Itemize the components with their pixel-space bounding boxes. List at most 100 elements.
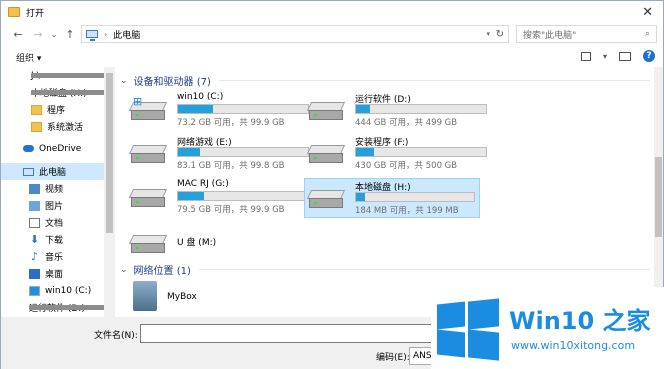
- path-separator: ›: [104, 29, 108, 39]
- sidebar-item-d-drive[interactable]: 运行软件 (D:): [1, 299, 115, 316]
- up-icon[interactable]: ↑: [63, 28, 77, 41]
- address-bar[interactable]: › 此电脑 ▾ ↻: [81, 25, 509, 43]
- document-icon: [29, 217, 40, 228]
- hard-drive-icon: [306, 145, 346, 163]
- cloud-icon: [23, 145, 34, 152]
- usb-drive-icon: [128, 235, 168, 253]
- sidebar-scrollbar[interactable]: [104, 67, 115, 317]
- drive-item-f[interactable]: 安装程序 (F:) 430 GB 可用，共 500 GB: [305, 134, 487, 174]
- usage-bar: [355, 192, 475, 202]
- title-bar: 打开 ✕: [1, 1, 663, 23]
- organize-button[interactable]: 组织 ▾: [16, 51, 41, 64]
- sidebar-item-activation[interactable]: 系统激活: [1, 118, 115, 135]
- network-item-mybox[interactable]: MyBox: [167, 292, 197, 302]
- window-title: 打开: [26, 8, 45, 19]
- drive-info: 184 MB 可用，共 199 MB: [355, 206, 459, 216]
- view-dropdown-icon[interactable]: ▾: [603, 52, 607, 61]
- watermark-url: www.win10xitong.com: [511, 339, 636, 352]
- download-icon: ⬇: [29, 232, 40, 246]
- address-row: ← → ⌄ ↑ › 此电脑 ▾ ↻ 搜索"此电脑" ⌕: [1, 23, 663, 45]
- drive-icon: [31, 73, 115, 78]
- drive-name: MAC RJ (G:): [177, 179, 229, 189]
- hard-drive-icon: [306, 102, 346, 120]
- drive-item-g[interactable]: MAC RJ (G:) 79.5 GB 可用，共 99.9 GB: [127, 178, 309, 218]
- scrollbar-thumb[interactable]: [106, 73, 113, 233]
- chevron-down-icon: ⌄: [120, 264, 128, 275]
- drive-item-h[interactable]: 本地磁盘 (H:) 184 MB 可用，共 199 MB: [304, 178, 480, 218]
- usage-bar: [355, 147, 487, 157]
- pc-icon: [23, 167, 34, 176]
- breadcrumb[interactable]: 此电脑: [113, 28, 140, 41]
- search-icon: ⌕: [644, 29, 650, 39]
- sidebar-item-programs[interactable]: 程序: [1, 101, 115, 118]
- toolbar: 组织 ▾ ▾ ?: [1, 47, 663, 67]
- sidebar-item-documents[interactable]: 文档: [1, 214, 115, 231]
- help-icon[interactable]: ?: [643, 50, 655, 62]
- network-location-icon: [133, 281, 157, 311]
- network-drive-icon: [128, 145, 168, 163]
- usage-bar: [177, 147, 309, 157]
- filename-field[interactable]: [140, 324, 440, 343]
- windows-logo-icon: ⊞: [133, 95, 143, 108]
- music-icon: ♪: [30, 249, 39, 263]
- drive-info: 79.5 GB 可用，共 99.9 GB: [177, 205, 285, 215]
- view-options-icon[interactable]: [580, 51, 591, 61]
- folder-icon: [31, 121, 42, 132]
- drive-icon: [31, 90, 115, 95]
- hard-drive-icon: [128, 189, 168, 207]
- hard-drive-icon: [306, 190, 346, 208]
- drive-info: 83.1 GB 可用，共 99.8 GB: [177, 161, 285, 171]
- refresh-icon[interactable]: ↻: [496, 29, 504, 40]
- file-list: ⌄ 设备和驱动器 (7) ⊞ win10 (C:) 73.2 GB 可用，共 9…: [115, 67, 654, 317]
- drive-info: 444 GB 可用，共 499 GB: [355, 118, 458, 128]
- sidebar-item-videos[interactable]: 视频: [1, 180, 115, 197]
- folder-icon: [31, 104, 42, 115]
- open-file-dialog: 打开 ✕ ← → ⌄ ↑ › 此电脑 ▾ ↻ 搜索"此电脑" ⌕ 组织 ▾ ▾ …: [0, 0, 664, 369]
- recent-locations-icon[interactable]: ⌄: [47, 30, 61, 39]
- picture-icon: [29, 200, 40, 211]
- search-placeholder: 搜索"此电脑": [523, 30, 577, 41]
- windows-logo-icon: [437, 298, 499, 361]
- close-icon[interactable]: ✕: [642, 5, 653, 20]
- usage-bar: [177, 191, 309, 201]
- drive-icon: [29, 305, 115, 310]
- drive-name: U 盘 (M:): [177, 238, 217, 248]
- navigation-pane: J:\ 本地磁盘 (H:) 程序 系统激活 OneDrive 此电脑 视频 图片…: [1, 67, 115, 317]
- watermark: Win10 之家 www.win10xitong.com: [431, 287, 664, 369]
- video-icon: [29, 183, 40, 194]
- sidebar-item-h-drive[interactable]: 本地磁盘 (H:): [1, 84, 115, 101]
- windows-drive-icon: [29, 285, 40, 296]
- content-scrollbar[interactable]: [654, 67, 663, 317]
- filename-label: 文件名(N):: [94, 331, 138, 341]
- group-header-devices[interactable]: ⌄ 设备和驱动器 (7): [120, 73, 650, 88]
- back-icon[interactable]: ←: [11, 28, 25, 41]
- drive-item-e[interactable]: 网络游戏 (E:) 83.1 GB 可用，共 99.8 GB: [127, 134, 309, 174]
- search-input[interactable]: 搜索"此电脑" ⌕: [516, 25, 657, 43]
- encoding-label: 编码(E):: [376, 353, 410, 363]
- chevron-down-icon: ⌄: [120, 75, 128, 86]
- sidebar-item-c-drive[interactable]: win10 (C:): [1, 282, 115, 299]
- sidebar-item-pictures[interactable]: 图片: [1, 197, 115, 214]
- chevron-down-icon[interactable]: ▾: [486, 30, 490, 38]
- scrollbar-thumb[interactable]: [655, 157, 662, 237]
- preview-pane-icon[interactable]: [619, 51, 631, 61]
- sidebar-item-this-pc[interactable]: 此电脑: [1, 163, 115, 180]
- sidebar-item-desktop[interactable]: 桌面: [1, 265, 115, 282]
- sidebar-item-onedrive[interactable]: OneDrive: [1, 140, 115, 157]
- desktop-icon: [29, 268, 40, 279]
- drive-name: win10 (C:): [177, 92, 224, 102]
- usage-bar: [177, 104, 309, 114]
- drive-info: 430 GB 可用，共 500 GB: [355, 161, 458, 171]
- drive-item-c[interactable]: ⊞ win10 (C:) 73.2 GB 可用，共 99.9 GB: [127, 91, 309, 131]
- divider: [218, 80, 650, 81]
- divider: [198, 269, 650, 270]
- drive-item-d[interactable]: 运行软件 (D:) 444 GB 可用，共 499 GB: [305, 91, 487, 131]
- forward-icon[interactable]: →: [31, 28, 45, 41]
- sidebar-item-j-drive[interactable]: J:\: [1, 67, 115, 84]
- drive-item-m[interactable]: U 盘 (M:): [127, 224, 303, 264]
- sidebar-item-downloads[interactable]: ⬇ 下载: [1, 231, 115, 248]
- hard-drive-icon: ⊞: [128, 96, 168, 120]
- group-header-network[interactable]: ⌄ 网络位置 (1): [120, 262, 650, 277]
- folder-icon: [8, 7, 20, 17]
- sidebar-item-music[interactable]: ♪ 音乐: [1, 248, 115, 265]
